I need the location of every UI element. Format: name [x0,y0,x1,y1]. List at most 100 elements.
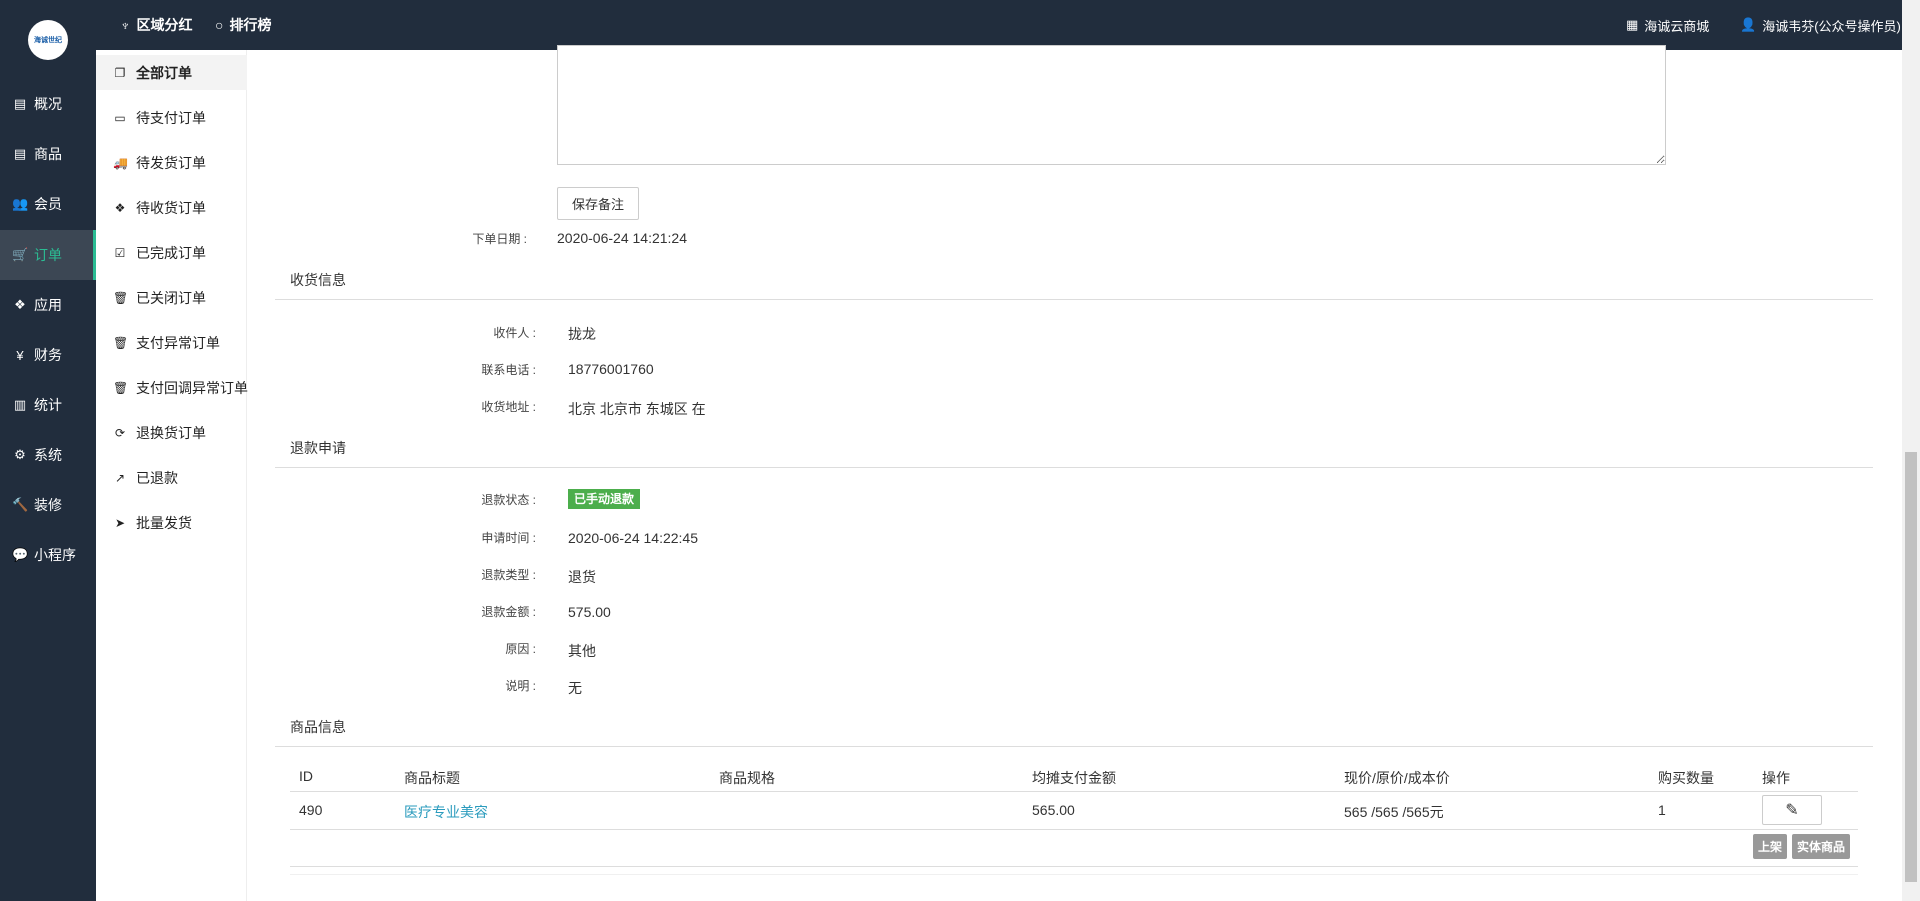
truck-icon: 🚚 [113,155,128,170]
grid-icon: ▦ [1626,17,1639,32]
apply-time-label: 申请时间 : [481,531,536,545]
divider [275,299,1873,300]
share-icon: ↗ [114,470,126,485]
gears-icon: ⚙ [14,447,26,462]
archive-icon: ▤ [13,146,27,161]
credit-card-icon: ▭ [114,110,126,125]
cubes-icon: ❖ [14,297,26,312]
dropbox-icon: ❖ [114,200,126,215]
col-qty: 购买数量 [1658,770,1714,786]
circle-icon: ○ [215,17,224,33]
refund-title: 退款申请 [290,440,346,456]
physical-goods-tag: 实体商品 [1792,834,1850,859]
submenu-pending-payment[interactable]: ▭ 待支付订单 [96,100,247,135]
submenu-completed[interactable]: ☑ 已完成订单 [96,235,247,270]
submenu-pending-shipment[interactable]: 🚚 待发货订单 [96,145,247,180]
sidebar: ▤ 概况 ▤ 商品 👥 会员 🛒 订单 ❖ 应用 ¥ 财务 ▥ 统计 ⚙ 系统 🔨 装修 💬 小程序 [0,50,96,901]
divider [275,746,1873,747]
submenu-closed[interactable]: 🗑 已关闭订单 [96,280,247,315]
key-icon: ♆ [120,17,131,33]
bar-chart-icon: ▥ [13,397,27,412]
sidebar-item-members[interactable]: 👥 会员 [0,179,96,229]
reason-label: 原因 : [505,642,536,656]
col-actions: 操作 [1762,770,1790,786]
scrollbar[interactable] [1902,0,1920,901]
order-detail: 保存备注 下单日期 : 2020-06-24 14:21:24 收货信息 收件人… [247,45,1902,901]
submenu-payment-error[interactable]: 🗑 支付异常订单 [96,325,247,360]
table-divider [290,791,1858,792]
refund-status: 已手动退款 [568,489,641,509]
col-spec: 商品规格 [719,770,775,786]
nav-ranking[interactable]: ○ 排行榜 [215,0,271,50]
scrollbar-thumb[interactable] [1905,452,1917,882]
note-textarea[interactable] [557,45,1666,165]
refund-type-value: 退货 [568,569,596,585]
description-value: 无 [568,680,582,696]
cell-qty: 1 [1658,802,1666,818]
edit-icon: ✎ [1785,802,1799,819]
edit-button[interactable]: ✎ [1762,795,1822,825]
address-value: 北京 北京市 东城区 在 [568,401,706,417]
col-id: ID [299,768,313,784]
shipping-title: 收货信息 [290,272,346,288]
goods-title: 商品信息 [290,719,346,735]
nav-region-dividend[interactable]: ♆ 区域分红 [120,0,193,50]
refund-status-label: 退款状态 : [481,493,536,507]
table-divider [290,866,1858,867]
refund-type-label: 退款类型 : [481,568,536,582]
sidebar-item-stats[interactable]: ▥ 统计 [0,380,96,430]
receiver-value: 拢龙 [568,326,596,342]
refund-amount-value: 575.00 [568,604,611,620]
sidebar-item-system[interactable]: ⚙ 系统 [0,430,96,480]
receiver-label: 收件人 : [493,326,536,340]
cart-icon: 🛒 [12,247,29,262]
phone-label: 联系电话 : [481,363,536,377]
shop-link[interactable]: ▦ 海诚云商城 [1626,0,1709,50]
check-square-icon: ☑ [114,245,126,260]
sidebar-item-miniprogram[interactable]: 💬 小程序 [0,530,96,580]
submenu-returns[interactable]: ⟳ 退换货订单 [96,415,247,450]
description-label: 说明 : [505,679,536,693]
refresh-icon: ⟳ [114,425,126,440]
sidebar-item-overview[interactable]: ▤ 概况 [0,79,96,129]
yen-icon: ¥ [16,347,24,363]
table-divider [290,874,1858,875]
user-icon: 👤 [1740,17,1757,32]
archive-icon: ▤ [13,96,27,111]
logo[interactable]: 海诚世纪 [28,20,68,60]
goods-title-link[interactable]: 医疗专业美容 [404,802,488,822]
sidebar-item-goods[interactable]: ▤ 商品 [0,129,96,179]
top-header: ♆ 区域分红 ○ 排行榜 ▦ 海诚云商城 👤 海诚韦芬(公众号操作员) [0,0,1902,50]
sidebar-item-finance[interactable]: ¥ 财务 [0,330,96,380]
cell-id: 490 [299,802,323,818]
order-date: 2020-06-24 14:21:24 [557,230,687,246]
submenu-refunded[interactable]: ↗ 已退款 [96,460,247,495]
on-shelf-tag: 上架 [1753,834,1787,859]
order-submenu: ❐ 全部订单 ▭ 待支付订单 🚚 待发货订单 ❖ 待收货订单 ☑ 已完成订单 🗑 已关闭订单… [96,50,248,901]
table-divider [290,829,1858,830]
paper-plane-icon: ➤ [114,515,126,530]
hammer-icon: 🔨 [12,497,29,512]
phone-value: 18776001760 [568,361,654,377]
col-paid: 均摊支付金额 [1032,770,1116,786]
cell-prices: 565 /565 /565元 [1344,804,1444,820]
sidebar-item-decorate[interactable]: 🔨 装修 [0,480,96,530]
submenu-batch-ship[interactable]: ➤ 批量发货 [96,505,247,540]
sidebar-item-apps[interactable]: ❖ 应用 [0,280,96,330]
wechat-icon: 💬 [12,547,29,562]
order-date-label: 下单日期 : [472,232,527,246]
save-note-button[interactable]: 保存备注 [557,187,639,220]
divider [275,467,1873,468]
submenu-callback-error[interactable]: 🗑 支付回调异常订单 [96,370,248,405]
user-menu[interactable]: 👤 海诚韦芬(公众号操作员) [1740,0,1901,50]
trash-icon: 🗑 [113,290,129,305]
refund-amount-label: 退款金额 : [481,605,536,619]
copy-icon: ❐ [114,65,126,80]
submenu-all-orders[interactable]: ❐ 全部订单 [96,55,247,90]
sidebar-item-orders[interactable]: 🛒 订单 [0,230,96,280]
col-title: 商品标题 [404,770,460,786]
col-prices: 现价/原价/成本价 [1344,770,1450,786]
reason-value: 其他 [568,643,596,659]
trash-icon: 🗑 [113,335,129,350]
submenu-pending-receipt[interactable]: ❖ 待收货订单 [96,190,247,225]
